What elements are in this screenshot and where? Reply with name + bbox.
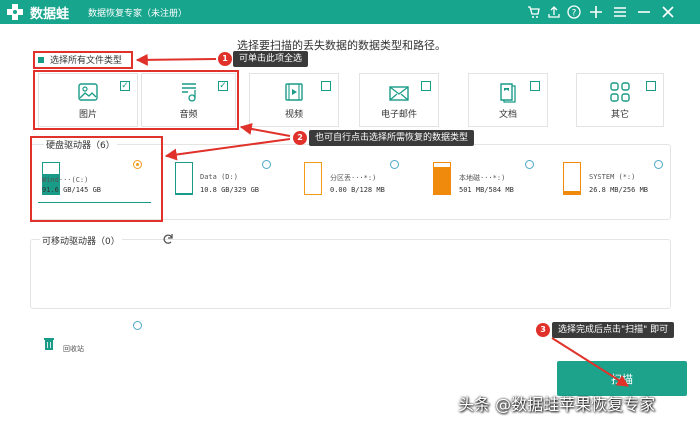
file-type-label: 其它 xyxy=(610,110,629,120)
removable-drives-title: 可移动驱动器（0） xyxy=(40,234,122,247)
drive-usage-icon xyxy=(563,162,581,195)
drive-usage-icon xyxy=(304,162,322,195)
email-icon xyxy=(389,86,409,101)
scan-button-label: 扫描 xyxy=(611,372,633,386)
recycle-bin-label: 回收站 xyxy=(63,345,84,353)
app-name: 数据蛙 xyxy=(30,7,70,22)
drive-item[interactable]: SYSTEM (*:) 26.8 MB/256 MB xyxy=(563,162,658,202)
annotation-box-file-types xyxy=(33,70,239,130)
annotation-badge-1: 1 xyxy=(218,52,232,66)
drive-size: 26.8 MB/256 MB xyxy=(589,186,649,194)
document-icon xyxy=(500,83,516,103)
annotation-callout-2: 也可自行点击选择所需恢复的数据类型 xyxy=(309,130,475,146)
drive-name: 分区丢···*:) xyxy=(330,174,377,182)
drive-item[interactable]: 本地磁···*:) 501 MB/584 MB xyxy=(433,162,523,202)
app-logo-icon xyxy=(7,4,23,20)
drive-name: 本地磁···*:) xyxy=(459,174,506,182)
removable-drives-panel xyxy=(30,239,671,309)
minimize-icon[interactable] xyxy=(636,4,652,20)
annotation-callout-3: 选择完成后点击"扫描" 即可 xyxy=(552,322,675,338)
other-icon xyxy=(610,82,630,102)
watermark: 头条 @数据蛙苹果恢复专家 xyxy=(458,395,656,414)
annotation-box-select-all xyxy=(33,51,133,69)
annotation-callout-1: 可单击此项全选 xyxy=(233,51,309,67)
app-subtitle: 数据恢复专家（未注册） xyxy=(88,9,188,19)
cart-icon[interactable] xyxy=(526,4,542,20)
drive-radio[interactable] xyxy=(390,160,399,169)
svg-text:?: ? xyxy=(572,9,577,19)
drive-name: SYSTEM (*:) xyxy=(589,173,636,181)
file-type-email[interactable]: 电子邮件 xyxy=(359,73,439,127)
drive-usage-icon xyxy=(175,162,193,195)
annotation-box-drive xyxy=(30,136,163,222)
drive-radio[interactable] xyxy=(654,160,663,169)
file-type-checkbox[interactable] xyxy=(421,81,431,91)
close-icon[interactable] xyxy=(660,4,676,20)
file-type-other[interactable]: 其它 xyxy=(576,73,664,127)
drive-size: 501 MB/584 MB xyxy=(459,186,514,194)
recycle-bin-radio[interactable] xyxy=(133,321,142,330)
drive-size: 10.8 GB/329 GB xyxy=(200,186,260,194)
drive-radio[interactable] xyxy=(525,160,534,169)
annotation-badge-2: 2 xyxy=(293,131,307,145)
video-icon xyxy=(285,83,303,101)
add-icon[interactable] xyxy=(588,4,604,20)
drive-size: 0.00 B/128 MB xyxy=(330,186,385,194)
help-icon[interactable]: ? xyxy=(566,4,582,20)
file-type-label: 电子邮件 xyxy=(380,110,417,120)
file-type-label: 文档 xyxy=(498,110,517,120)
drive-name: Data (D:) xyxy=(200,173,238,181)
refresh-icon[interactable] xyxy=(162,233,174,245)
drive-radio[interactable] xyxy=(262,160,271,169)
file-type-label: 视频 xyxy=(284,110,303,120)
share-icon[interactable] xyxy=(546,4,562,20)
file-type-checkbox[interactable] xyxy=(530,81,540,91)
file-type-video[interactable]: 视频 xyxy=(249,73,339,127)
menu-icon[interactable] xyxy=(612,4,628,20)
recycle-bin-icon xyxy=(44,338,54,350)
file-type-checkbox[interactable] xyxy=(321,81,331,91)
drive-item[interactable]: Data (D:) 10.8 GB/329 GB xyxy=(175,162,265,202)
file-type-checkbox[interactable] xyxy=(646,81,656,91)
file-type-document[interactable]: 文档 xyxy=(468,73,548,127)
title-bar: 数据蛙 数据恢复专家（未注册） ? xyxy=(0,0,700,24)
drive-item[interactable]: 分区丢···*:) 0.00 B/128 MB xyxy=(304,162,394,202)
annotation-badge-3: 3 xyxy=(536,323,550,337)
drive-usage-icon xyxy=(433,162,451,195)
